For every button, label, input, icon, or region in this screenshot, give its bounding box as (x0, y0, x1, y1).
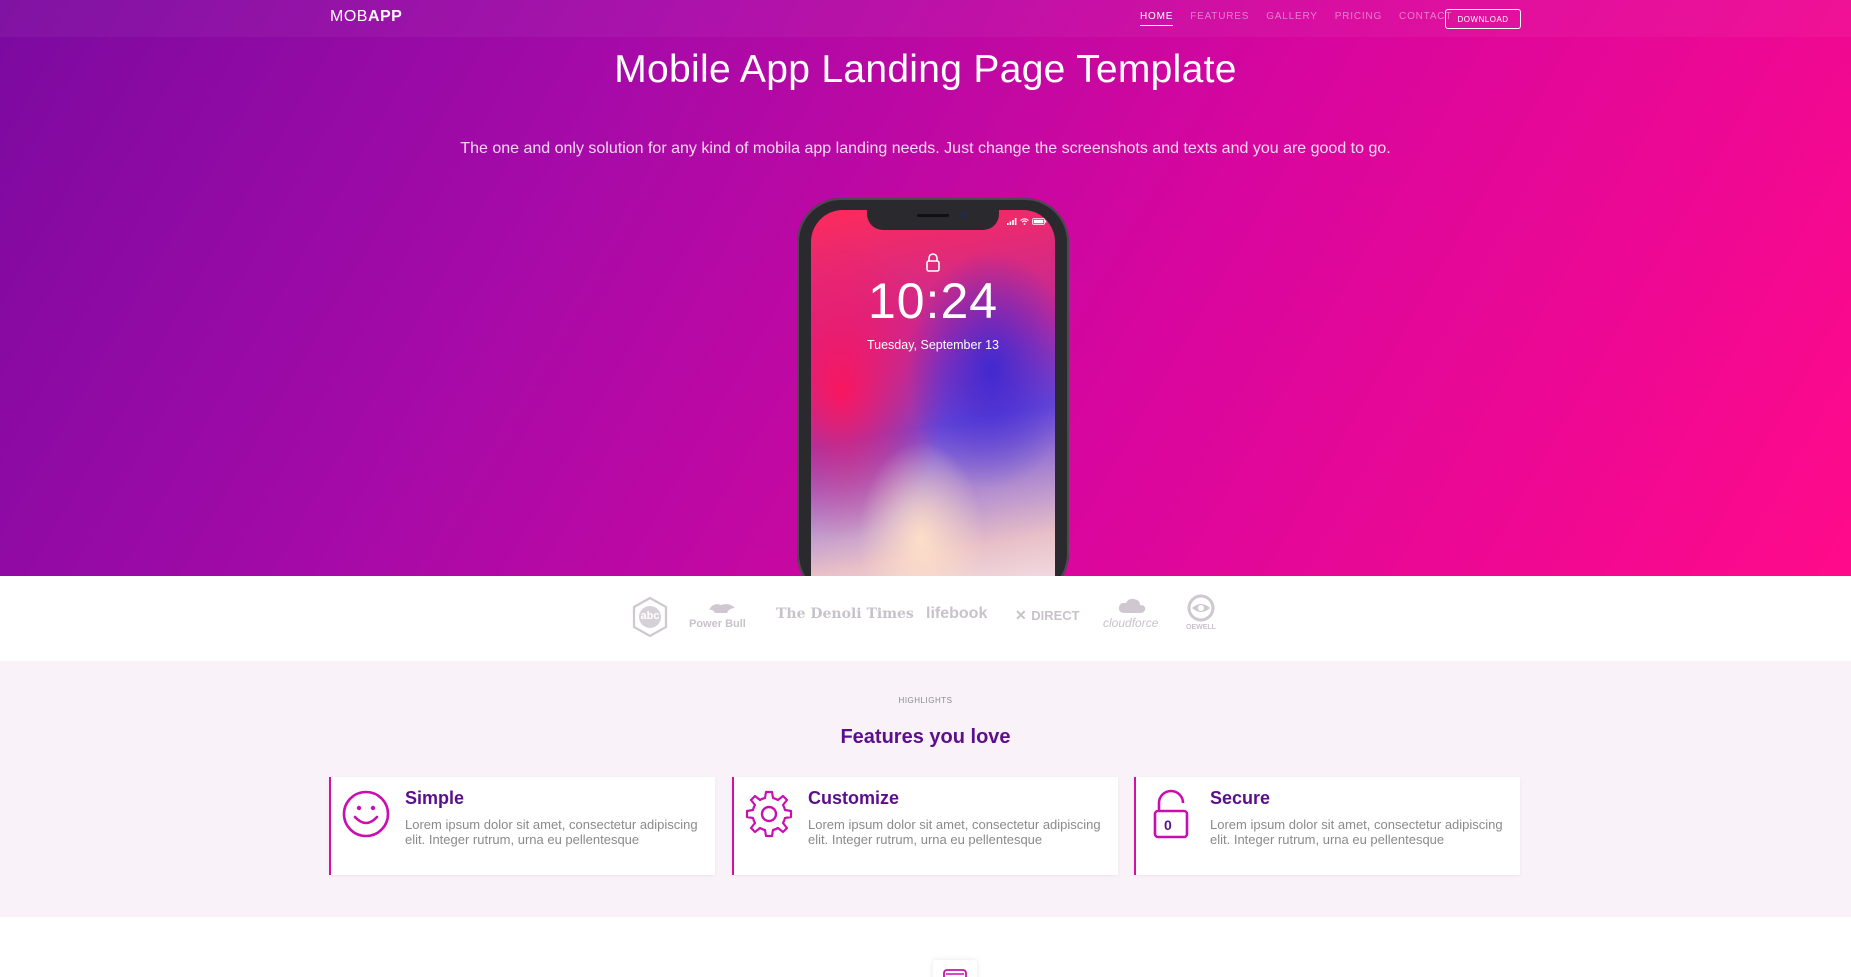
hero-subtitle: The one and only solution for any kind o… (460, 140, 1391, 157)
brand-bold: APP (367, 8, 403, 25)
camera (961, 213, 966, 218)
logo-direct-text: DIRECT (1031, 608, 1080, 623)
brand-light: MOB (330, 8, 368, 25)
logo-cloudforce: cloudforce (1101, 598, 1163, 638)
nav-home[interactable]: HOME (1140, 11, 1174, 26)
feature-card-customize: Customize Lorem ipsum dolor sit amet, co… (732, 777, 1118, 875)
padlock-icon (926, 253, 940, 272)
logo-oewell-text: OEWELL (1186, 624, 1216, 631)
next-section (0, 917, 1851, 977)
speaker (917, 214, 949, 217)
navbar: MOBAPP HOME FEATURES GALLERY PRICING CON… (0, 0, 1851, 37)
logo-direct: ✕ DIRECT (1015, 607, 1080, 625)
eye-logo-icon (1187, 594, 1215, 622)
phone-notch (867, 210, 999, 230)
lock-screen-time: 10:24 (867, 273, 999, 329)
feature-card-simple: Simple Lorem ipsum dolor sit amet, conse… (329, 777, 715, 875)
smiley-icon (342, 790, 390, 838)
logo-abc: abc (632, 596, 668, 638)
logo-power-bull-text: Power Bull (689, 618, 746, 630)
lock-screen-date: Tuesday, September 13 (866, 338, 1000, 352)
battery-icon (1032, 218, 1047, 225)
feature-title: Customize (808, 788, 900, 808)
feature-title: Simple (405, 788, 465, 808)
section-eyebrow: HIGHLIGHTS (898, 696, 953, 705)
lock-digit: 0 (1164, 817, 1172, 833)
logo-abc-text: abc (640, 610, 660, 622)
cloud-logo-icon (1118, 598, 1146, 613)
x-logo-icon: ✕ (1015, 607, 1027, 623)
nav-links: HOME FEATURES GALLERY PRICING CONTACT (1140, 11, 1469, 26)
bull-logo-icon (709, 604, 735, 613)
logo-power-bull: Power Bull (689, 602, 755, 636)
feature-text: Lorem ipsum dolor sit amet, consectetur … (808, 817, 1101, 847)
logo-lifebook: lifebook (926, 605, 988, 622)
nav-pricing[interactable]: PRICING (1335, 11, 1382, 26)
nav-gallery[interactable]: GALLERY (1266, 11, 1318, 26)
gear-icon (745, 790, 793, 838)
feature-card-secure: 0 Secure Lorem ipsum dolor sit amet, con… (1134, 777, 1520, 875)
feature-text: Lorem ipsum dolor sit amet, consectetur … (1210, 817, 1503, 847)
section-title: Features you love (840, 726, 1011, 748)
logo-oewell: OEWELL (1183, 594, 1219, 640)
brand-logo[interactable]: MOBAPP (330, 8, 402, 26)
phone-screen: 10:24 Tuesday, September 13 (811, 210, 1055, 576)
logo-cloudforce-text: cloudforce (1103, 616, 1159, 630)
hero-title: Mobile App Landing Page Template (614, 48, 1237, 91)
hero-section: MOBAPP HOME FEATURES GALLERY PRICING CON… (0, 0, 1851, 576)
tablet-icon (943, 969, 967, 977)
phone-mockup: 10:24 Tuesday, September 13 (797, 198, 1069, 576)
tablet-icon-box (933, 960, 977, 977)
features-section: HIGHLIGHTS Features you love Simple Lore… (0, 661, 1851, 917)
status-icons (1007, 218, 1047, 225)
wifi-icon (1020, 218, 1029, 225)
signal-icon (1007, 218, 1017, 225)
download-button[interactable]: DOWNLOAD (1445, 9, 1521, 29)
nav-features[interactable]: FEATURES (1190, 11, 1249, 26)
feature-title: Secure (1210, 788, 1271, 808)
feature-text: Lorem ipsum dolor sit amet, consectetur … (405, 817, 698, 847)
client-logos: abc Power Bull The Denoli Times lifebook… (0, 576, 1851, 661)
logo-denoli-times: The Denoli Times (776, 606, 914, 622)
